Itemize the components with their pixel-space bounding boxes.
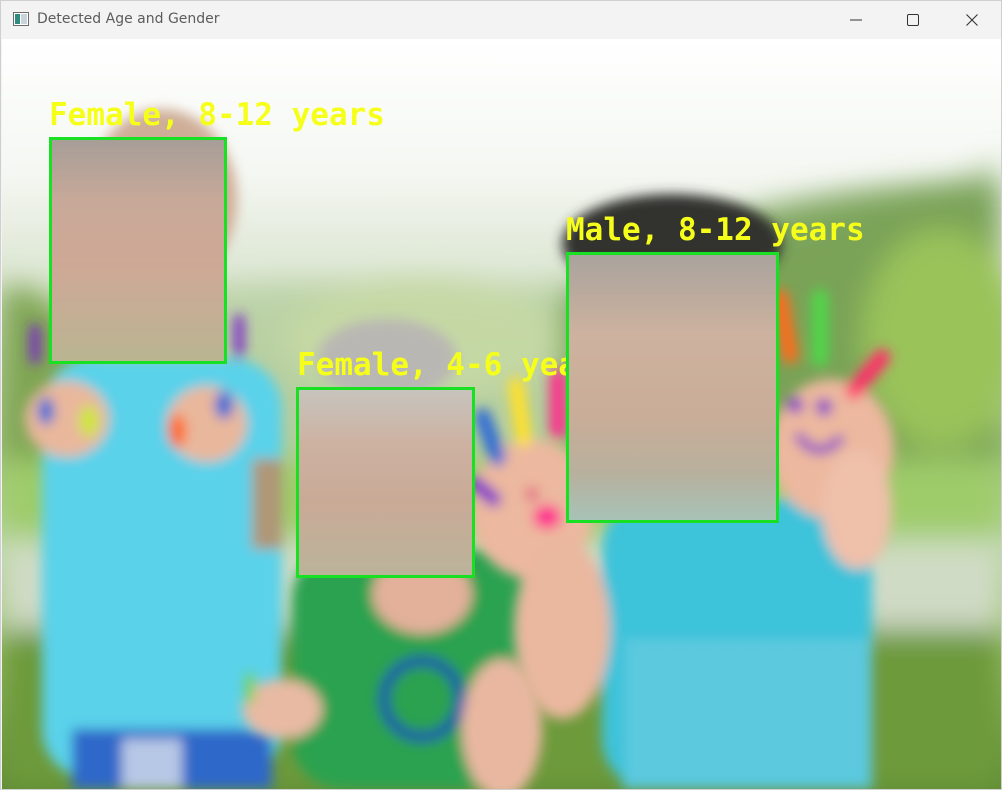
app-window: Detected Age and Gender Female, 8-12 yea… xyxy=(0,0,1002,790)
face-box-3 xyxy=(566,252,779,523)
minimize-button[interactable] xyxy=(827,1,885,39)
title-bar[interactable]: Detected Age and Gender xyxy=(1,1,1001,39)
blurred-face-3 xyxy=(569,255,776,520)
close-button[interactable] xyxy=(943,1,1001,39)
maximize-button[interactable] xyxy=(884,1,942,39)
face-box-2 xyxy=(296,387,475,578)
detection-label-1: Female, 8-12 years xyxy=(49,97,385,133)
blurred-face-2 xyxy=(299,390,472,575)
minimize-icon xyxy=(850,19,862,21)
window-title: Detected Age and Gender xyxy=(37,11,220,27)
face-box-1 xyxy=(49,137,227,364)
maximize-icon xyxy=(907,14,919,26)
image-canvas: Female, 8-12 years Female, 4-6 years Mal… xyxy=(2,39,1001,789)
close-icon xyxy=(966,14,978,26)
detection-label-3: Male, 8-12 years xyxy=(566,212,865,248)
blurred-face-1 xyxy=(52,140,224,361)
app-icon xyxy=(13,12,29,26)
